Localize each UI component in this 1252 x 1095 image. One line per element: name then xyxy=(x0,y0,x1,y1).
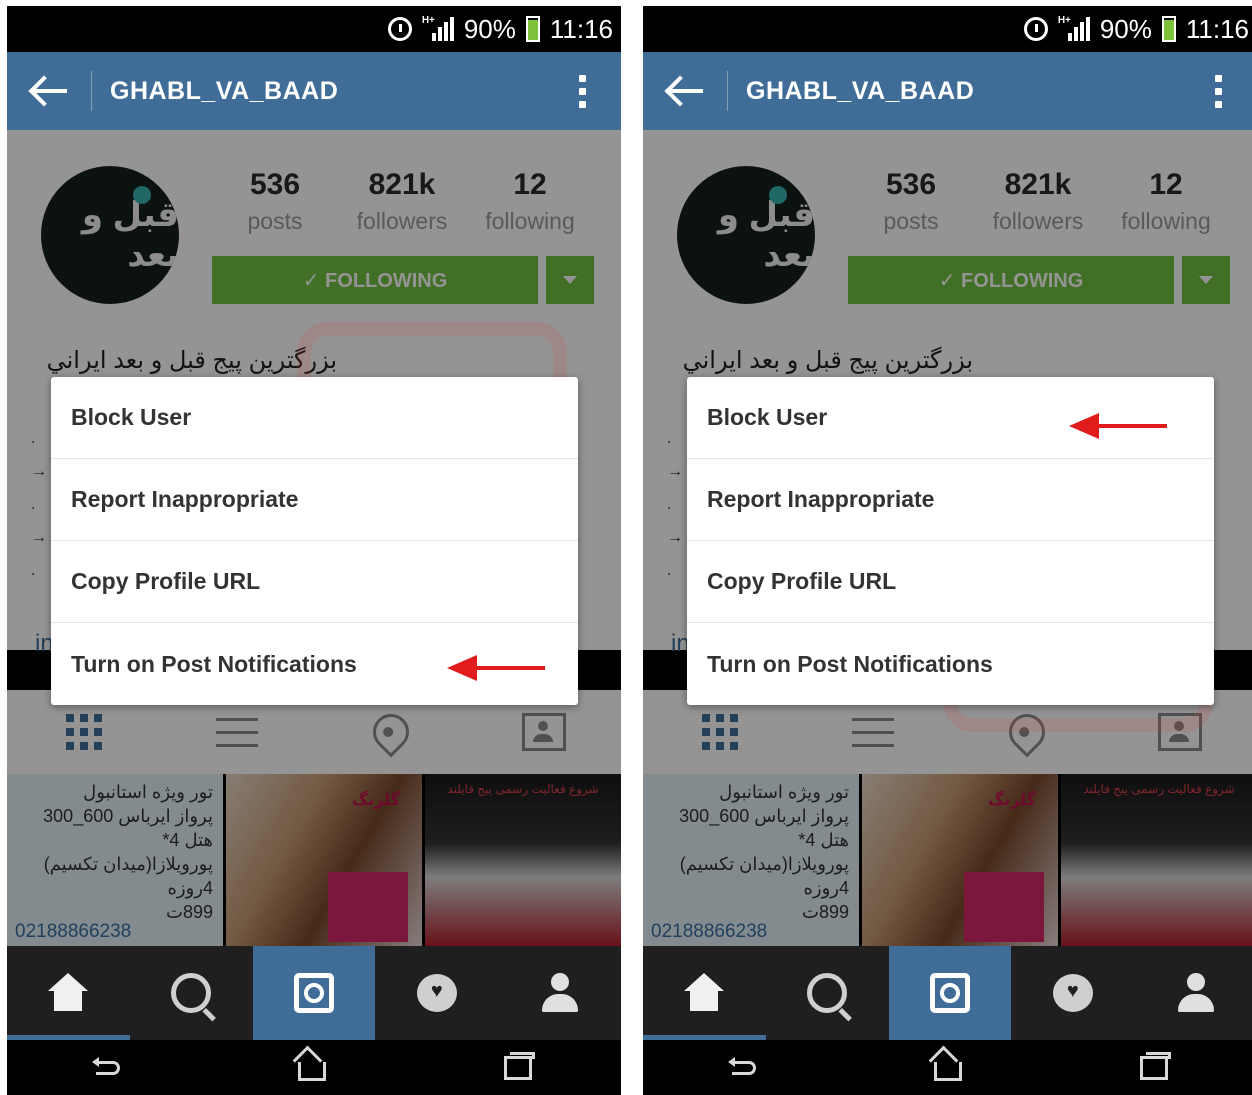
profile-username: GHABL_VA_BAAD xyxy=(746,76,975,105)
system-home-icon[interactable] xyxy=(298,1062,326,1081)
menu-item-copy-url[interactable]: Copy Profile URL xyxy=(51,541,578,623)
back-arrow-icon[interactable] xyxy=(27,71,73,111)
camera-icon xyxy=(929,973,970,1013)
system-nav-bar xyxy=(7,1040,621,1095)
activity-icon xyxy=(1052,974,1093,1012)
battery-icon xyxy=(525,16,540,42)
more-vert-icon[interactable] xyxy=(1215,74,1223,108)
camera-icon xyxy=(293,973,334,1013)
system-nav-bar xyxy=(643,1040,1252,1095)
signal-icon: H+ xyxy=(422,15,454,41)
recent-apps-icon[interactable] xyxy=(504,1051,535,1080)
menu-item-report[interactable]: Report Inappropriate xyxy=(687,459,1214,541)
nav-camera[interactable] xyxy=(252,946,376,1040)
red-arrow-annotation xyxy=(1069,413,1167,439)
home-icon xyxy=(681,973,727,1013)
profile-username: GHABL_VA_BAAD xyxy=(110,76,339,105)
bottom-nav xyxy=(7,946,621,1040)
profile-icon xyxy=(541,973,578,1013)
system-home-icon[interactable] xyxy=(934,1062,962,1081)
recent-apps-icon[interactable] xyxy=(1140,1051,1171,1080)
clock: 11:16 xyxy=(549,13,613,44)
battery-icon xyxy=(1161,16,1176,42)
app-bar: GHABL_VA_BAAD xyxy=(643,52,1252,130)
more-vert-icon[interactable] xyxy=(579,74,587,108)
signal-icon: H+ xyxy=(1058,15,1090,41)
red-arrow-annotation xyxy=(447,655,545,681)
phone-screenshot-left: H+ 90% 11:16 GHABL_VA_BAAD قبل و بعد 536… xyxy=(7,6,621,1095)
system-back-icon[interactable] xyxy=(92,1056,120,1075)
battery-percent: 90% xyxy=(463,13,516,44)
alarm-icon xyxy=(1023,17,1048,41)
status-bar: H+ 90% 11:16 xyxy=(643,6,1252,52)
menu-item-report[interactable]: Report Inappropriate xyxy=(51,459,578,541)
nav-home[interactable] xyxy=(7,946,130,1040)
app-bar-divider xyxy=(91,71,92,111)
activity-icon xyxy=(416,974,457,1012)
menu-item-post-notifications[interactable]: Turn on Post Notifications xyxy=(687,623,1214,705)
profile-icon xyxy=(1177,973,1214,1013)
alarm-icon xyxy=(387,17,412,41)
nav-search[interactable] xyxy=(766,946,889,1040)
search-icon xyxy=(807,973,848,1013)
status-bar: H+ 90% 11:16 xyxy=(7,6,621,52)
nav-activity[interactable] xyxy=(375,946,498,1040)
nav-profile[interactable] xyxy=(1134,946,1252,1040)
nav-camera[interactable] xyxy=(888,946,1012,1040)
app-bar-divider xyxy=(727,71,728,111)
home-icon xyxy=(45,973,91,1013)
nav-profile[interactable] xyxy=(498,946,621,1040)
menu-item-copy-url[interactable]: Copy Profile URL xyxy=(687,541,1214,623)
menu-item-block-user[interactable]: Block User xyxy=(51,377,578,459)
search-icon xyxy=(171,973,212,1013)
battery-percent: 90% xyxy=(1099,13,1152,44)
nav-search[interactable] xyxy=(130,946,253,1040)
back-arrow-icon[interactable] xyxy=(663,71,709,111)
phone-screenshot-right: H+ 90% 11:16 GHABL_VA_BAAD قبل و بعد 536… xyxy=(643,6,1252,1095)
app-bar: GHABL_VA_BAAD xyxy=(7,52,621,130)
nav-home[interactable] xyxy=(643,946,766,1040)
clock: 11:16 xyxy=(1185,13,1249,44)
nav-activity[interactable] xyxy=(1011,946,1134,1040)
bottom-nav xyxy=(643,946,1252,1040)
system-back-icon[interactable] xyxy=(728,1056,756,1075)
